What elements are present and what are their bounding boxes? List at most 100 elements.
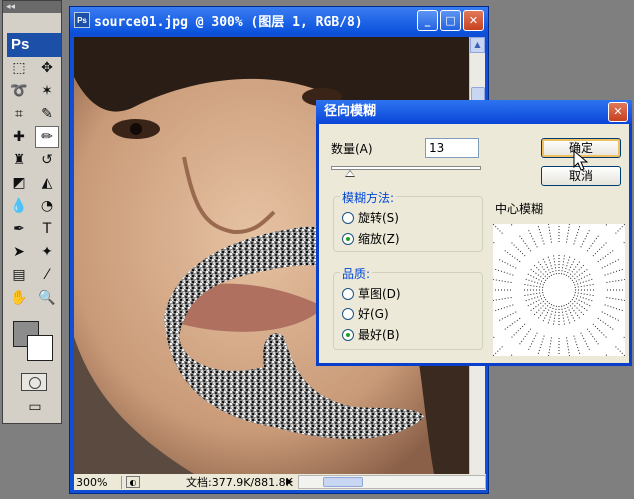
blur-ray [605, 354, 618, 371]
brush-tool-icon[interactable]: ✏ [35, 126, 59, 148]
blur-ray [504, 250, 521, 263]
move-tool-icon[interactable]: ✥ [35, 57, 59, 79]
minimize-button[interactable]: _ [417, 10, 438, 31]
blur-ray [580, 332, 590, 351]
pen-tool-icon[interactable]: ✒ [7, 218, 31, 240]
marquee-tool-icon[interactable]: ⬚ [7, 57, 31, 79]
blur-ray [537, 225, 545, 245]
blur-ray [492, 297, 512, 302]
blur-ray [527, 273, 545, 284]
horizontal-scroll-thumb[interactable] [323, 477, 363, 487]
blur-ray [561, 305, 566, 325]
blur-ray [565, 304, 576, 322]
blur-ray [604, 268, 624, 276]
blur-ray [542, 258, 553, 276]
blur-ray [542, 304, 553, 322]
blur-ray [528, 229, 538, 248]
blur-ray [524, 292, 544, 297]
history-brush-tool-icon[interactable]: ↺ [35, 149, 59, 171]
radio-zoom-indicator[interactable] [342, 232, 354, 245]
blur-ray [601, 259, 620, 269]
blur-ray [494, 304, 514, 312]
notes-tool-icon[interactable]: ▤ [7, 264, 31, 286]
eyedropper-tool-icon[interactable]: ⁄ [35, 264, 59, 286]
radio-best[interactable]: 最好(B) [342, 326, 400, 343]
blur-ray [478, 231, 495, 244]
radio-spin-indicator[interactable] [342, 211, 354, 224]
radio-zoom[interactable]: 缩放(Z) [342, 230, 400, 247]
horizontal-scrollbar[interactable] [298, 475, 486, 489]
hand-tool-icon[interactable]: ✋ [7, 287, 31, 309]
zoom-tool-icon[interactable]: 🔍 [35, 287, 59, 309]
blur-ray [552, 305, 557, 325]
close-button[interactable]: ✕ [463, 10, 484, 31]
slice-tool-icon[interactable]: ✎ [35, 103, 59, 125]
blur-tool-icon[interactable]: 💧 [7, 195, 31, 217]
dialog-title-bar[interactable]: 径向模糊 ✕ [316, 100, 632, 124]
custom-shape-tool-icon[interactable]: ✦ [35, 241, 59, 263]
amount-slider-handle[interactable] [345, 170, 355, 177]
blur-ray [488, 219, 503, 234]
blur-ray [615, 219, 630, 234]
radio-zoom-label: 缩放(Z) [358, 232, 400, 246]
background-color-swatch[interactable] [27, 335, 53, 361]
radio-draft-indicator[interactable] [342, 287, 354, 300]
blur-ray [494, 268, 514, 276]
radio-draft[interactable]: 草图(D) [342, 285, 401, 302]
dodge-tool-icon[interactable]: ◔ [35, 195, 59, 217]
maximize-button[interactable]: □ [440, 10, 461, 31]
status-bar: 300% ◐ 文档:377.9K/881.8K ▶ [74, 474, 486, 490]
blur-ray [571, 299, 588, 312]
blur-center-preview[interactable] [459, 190, 634, 390]
photoshop-logo[interactable]: Ps [7, 33, 61, 57]
palette-grip[interactable]: ◂◂ [3, 1, 61, 13]
quick-mask-button[interactable] [21, 373, 47, 391]
blur-ray [537, 261, 550, 278]
dialog-title: 径向模糊 [324, 104, 377, 119]
radio-good-indicator[interactable] [342, 307, 354, 320]
status-info-icon[interactable]: ◐ [126, 476, 140, 488]
blur-ray [552, 255, 557, 275]
radio-spin[interactable]: 旋转(S) [342, 209, 399, 226]
type-tool-icon[interactable]: T [35, 218, 59, 240]
clone-stamp-tool-icon[interactable]: ♜ [7, 149, 31, 171]
healing-brush-tool-icon[interactable]: ✚ [7, 126, 31, 148]
quality-group: 品质: 草图(D) 好(G) 最好(B) [333, 265, 483, 350]
blur-ray [511, 242, 526, 257]
blur-ray [586, 328, 599, 345]
zoom-level[interactable]: 300% [74, 475, 122, 489]
blur-ray [568, 261, 581, 278]
blur-ray [547, 337, 552, 357]
status-menu-arrow-icon[interactable]: ▶ [286, 477, 298, 487]
blur-ray [623, 336, 634, 346]
screen-mode-icon[interactable]: ▭ [21, 397, 49, 417]
lasso-tool-icon[interactable]: ➰ [7, 80, 31, 102]
blur-ray [525, 278, 544, 286]
scroll-up-icon[interactable]: ▲ [470, 37, 485, 53]
blur-ray [605, 209, 618, 226]
quality-title: 品质: [340, 265, 373, 282]
amount-input[interactable] [425, 138, 479, 158]
blur-center-label: 中心模糊 [495, 202, 544, 216]
dialog-close-button[interactable]: ✕ [608, 102, 628, 122]
blur-ray [592, 323, 607, 338]
blur-ray [498, 259, 517, 269]
paint-bucket-tool-icon[interactable]: ◭ [35, 172, 59, 194]
blur-center-lines [459, 190, 634, 390]
blur-ray [566, 223, 571, 243]
blur-ray [524, 283, 544, 288]
radio-good[interactable]: 好(G) [342, 305, 389, 322]
blur-ray [573, 335, 581, 355]
blur-ray [574, 283, 594, 288]
blur-ray [537, 302, 550, 319]
crop-tool-icon[interactable]: ⌗ [7, 103, 31, 125]
radial-blur-dialog: 径向模糊 ✕ 数量(A) 确定 取消 模糊方法: 旋转(S) 缩放(Z) 品质:… [316, 100, 634, 390]
blur-method-group: 模糊方法: 旋转(S) 缩放(Z) [333, 189, 483, 252]
eraser-tool-icon[interactable]: ◩ [7, 172, 31, 194]
mouse-cursor-icon [573, 150, 589, 171]
magic-wand-tool-icon[interactable]: ✶ [35, 80, 59, 102]
path-selection-tool-icon[interactable]: ➤ [7, 241, 31, 263]
blur-ray [547, 256, 555, 275]
radio-best-indicator[interactable] [342, 328, 354, 341]
blur-ray [597, 317, 614, 330]
